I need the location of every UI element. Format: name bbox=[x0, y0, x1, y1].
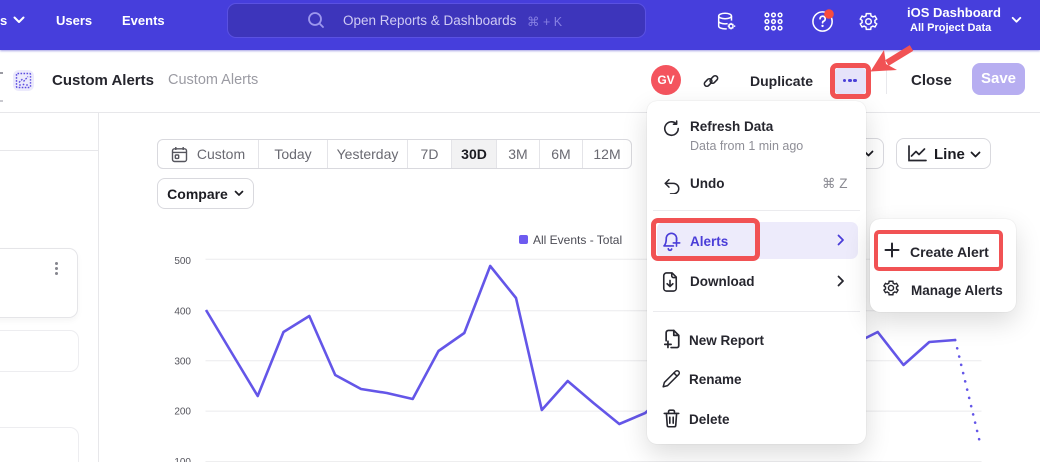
svg-text:300: 300 bbox=[174, 356, 191, 367]
svg-text:500: 500 bbox=[174, 256, 191, 267]
svg-text:200: 200 bbox=[174, 407, 191, 418]
svg-text:400: 400 bbox=[174, 306, 191, 317]
svg-text:100: 100 bbox=[174, 457, 191, 462]
